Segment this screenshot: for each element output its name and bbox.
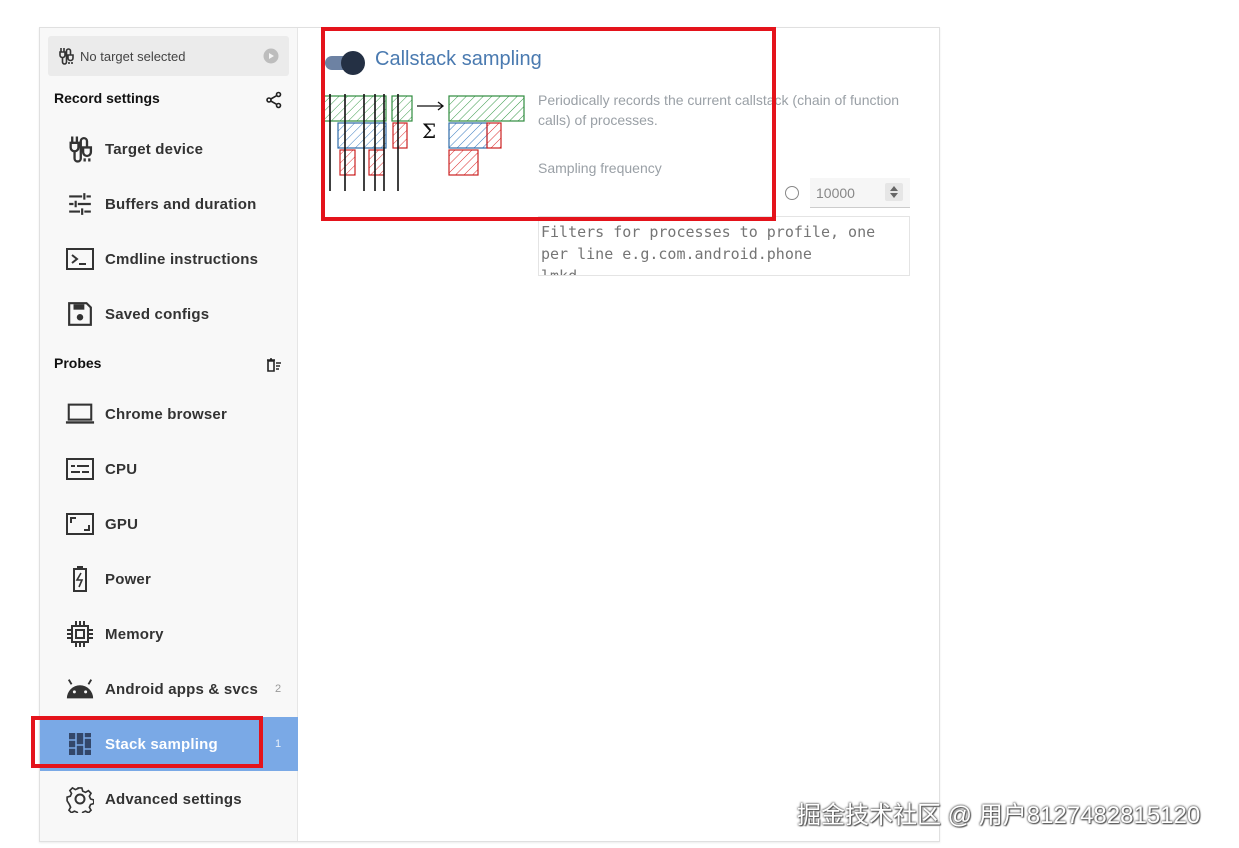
sidebar-item-stack-sampling[interactable]: Stack sampling 1 bbox=[40, 717, 298, 771]
sidebar-item-label: CPU bbox=[105, 460, 138, 478]
probe-count-badge: 1 bbox=[275, 738, 282, 750]
sidebar-item-label: Chrome browser bbox=[105, 405, 227, 423]
record-settings-title: Record settings bbox=[54, 90, 160, 106]
sidebar-item-memory[interactable]: Memory bbox=[40, 609, 298, 659]
probe-title: Callstack sampling bbox=[375, 48, 542, 70]
cable-icon bbox=[59, 48, 74, 65]
save-icon bbox=[65, 299, 95, 329]
sidebar-item-label: Stack sampling bbox=[105, 735, 218, 753]
svg-text:Σ: Σ bbox=[422, 119, 436, 143]
sidebar-item-label: Advanced settings bbox=[105, 790, 242, 808]
sidebar-item-target-device[interactable]: Target device bbox=[40, 124, 298, 174]
sidebar-item-chrome[interactable]: Chrome browser bbox=[40, 389, 298, 439]
sampling-frequency-label: Sampling frequency bbox=[538, 160, 662, 176]
sidebar: No target selected Record settings Targe… bbox=[40, 28, 298, 841]
watermark-text: 掘金技术社区 @ 用户8127482815120 bbox=[797, 802, 1201, 829]
sidebar-item-label: Memory bbox=[105, 625, 164, 643]
sidebar-item-label: Target device bbox=[105, 140, 204, 158]
sidebar-item-label: Cmdline instructions bbox=[105, 250, 259, 268]
tune-icon bbox=[65, 189, 95, 219]
memory-chip-icon bbox=[65, 619, 95, 649]
sidebar-item-label: Power bbox=[105, 570, 152, 588]
target-selector[interactable]: No target selected bbox=[48, 36, 289, 76]
callstack-diagram-image: Σ bbox=[324, 94, 525, 191]
stack-icon bbox=[65, 729, 95, 759]
probe-count-badge: 2 bbox=[275, 683, 282, 695]
sidebar-item-advanced[interactable]: Advanced settings bbox=[40, 774, 298, 824]
share-icon[interactable] bbox=[265, 91, 283, 109]
play-circle-icon[interactable] bbox=[263, 48, 279, 64]
android-icon bbox=[65, 674, 95, 704]
sidebar-item-label: Saved configs bbox=[105, 305, 210, 323]
terminal-icon bbox=[65, 244, 95, 274]
sidebar-item-label: Buffers and duration bbox=[105, 195, 257, 213]
laptop-icon bbox=[65, 399, 95, 429]
battery-icon bbox=[65, 564, 95, 594]
sidebar-item-buffers[interactable]: Buffers and duration bbox=[40, 179, 298, 229]
sidebar-item-label: Android apps & svcs bbox=[105, 680, 259, 698]
sidebar-item-gpu[interactable]: GPU bbox=[40, 499, 298, 549]
gear-icon bbox=[65, 784, 95, 814]
frequency-radio[interactable] bbox=[785, 186, 799, 200]
cable-icon bbox=[65, 134, 95, 164]
gpu-icon bbox=[65, 509, 95, 539]
probe-description: Periodically records the current callsta… bbox=[538, 92, 900, 128]
sidebar-item-power[interactable]: Power bbox=[40, 554, 298, 604]
sidebar-item-cmdline[interactable]: Cmdline instructions bbox=[40, 234, 298, 284]
target-label: No target selected bbox=[80, 48, 186, 64]
record-page-panel: No target selected Record settings Targe… bbox=[39, 27, 940, 842]
sidebar-item-android[interactable]: Android apps & svcs 2 bbox=[40, 664, 298, 714]
process-filters-input[interactable] bbox=[538, 216, 910, 276]
probe-enable-toggle[interactable] bbox=[325, 51, 367, 75]
spinner-arrows-icon[interactable] bbox=[885, 183, 903, 201]
cpu-chart-icon bbox=[65, 454, 95, 484]
clear-probes-icon[interactable] bbox=[265, 356, 283, 374]
probe-content: Callstack sampling Σ Periodically record… bbox=[299, 28, 939, 841]
probes-title: Probes bbox=[54, 355, 102, 371]
sidebar-item-label: GPU bbox=[105, 515, 139, 533]
sidebar-item-saved-configs[interactable]: Saved configs bbox=[40, 289, 298, 339]
sidebar-item-cpu[interactable]: CPU bbox=[40, 444, 298, 494]
